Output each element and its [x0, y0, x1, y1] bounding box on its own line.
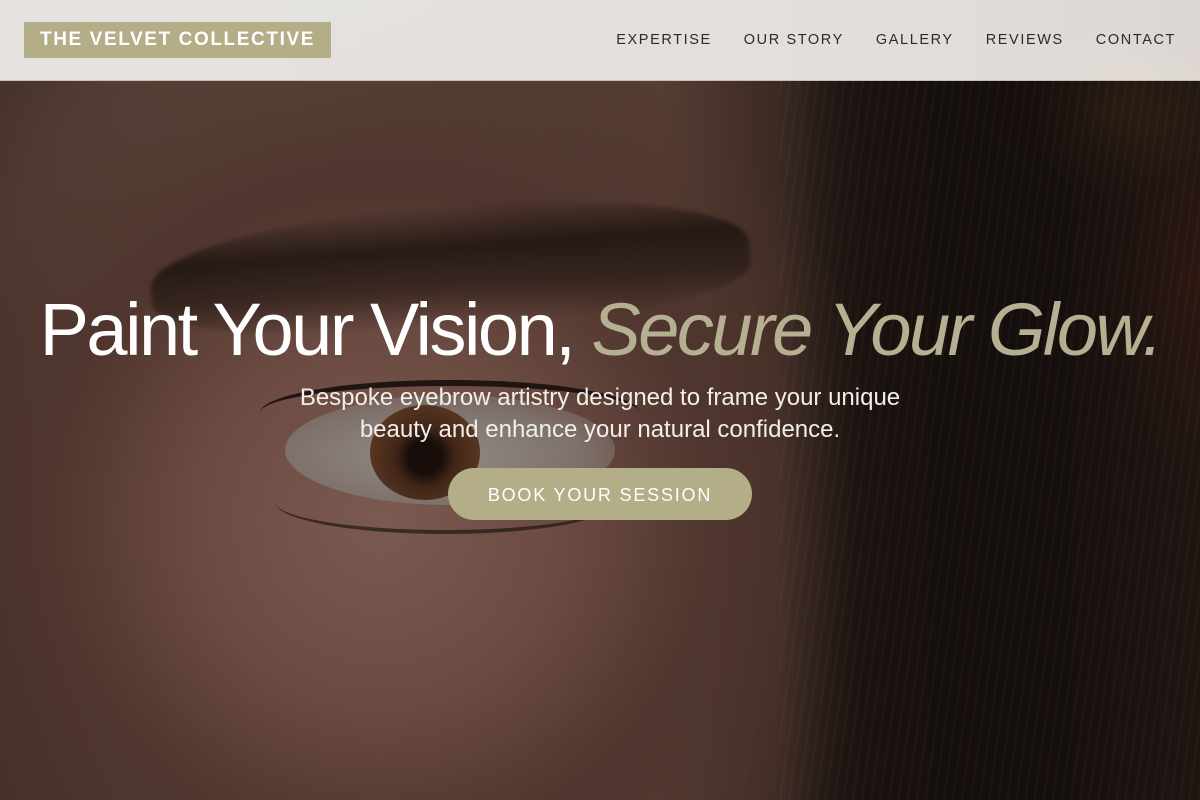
nav-link-contact[interactable]: CONTACT	[1096, 32, 1176, 48]
nav-link-expertise[interactable]: EXPERTISE	[616, 32, 712, 48]
site-header: THE VELVET COLLECTIVE EXPERTISE OUR STOR…	[0, 0, 1200, 81]
brand-logo[interactable]: THE VELVET COLLECTIVE	[24, 22, 331, 58]
hero-title: Paint Your Vision, Secure Your Glow.	[0, 288, 1200, 372]
nav-link-reviews[interactable]: REVIEWS	[986, 32, 1064, 48]
page: THE VELVET COLLECTIVE EXPERTISE OUR STOR…	[0, 0, 1200, 800]
hero-title-main: Paint Your Vision,	[39, 288, 592, 371]
hero-section: Paint Your Vision, Secure Your Glow. Bes…	[0, 288, 1200, 520]
main-nav: EXPERTISE OUR STORY GALLERY REVIEWS CONT…	[616, 0, 1176, 80]
nav-link-our-story[interactable]: OUR STORY	[744, 32, 844, 48]
nav-link-gallery[interactable]: GALLERY	[876, 32, 954, 48]
hero-subtitle: Bespoke eyebrow artistry designed to fra…	[299, 384, 901, 443]
book-session-button[interactable]: BOOK YOUR SESSION	[448, 468, 752, 520]
hero-title-accent: Secure Your Glow.	[591, 288, 1163, 371]
